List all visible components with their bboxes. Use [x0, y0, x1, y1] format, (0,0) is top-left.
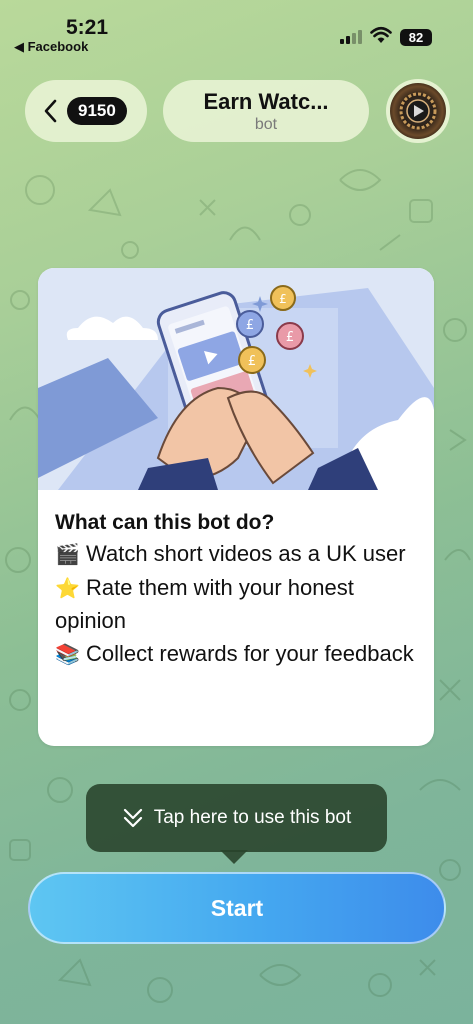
back-button[interactable]: 9150: [25, 80, 147, 142]
start-button-label: Start: [210, 894, 264, 921]
bot-logo-icon: [399, 92, 437, 130]
back-to-app-link[interactable]: ◀ Facebook: [14, 39, 88, 55]
chat-subtitle: bot: [254, 116, 278, 133]
start-hint-tooltip: Tap here to use this bot: [86, 784, 387, 852]
feature-text: Collect rewards for your feedback: [86, 640, 414, 666]
svg-text:£: £: [248, 354, 256, 369]
start-button[interactable]: Start: [28, 872, 446, 944]
tooltip-tail: [220, 850, 248, 864]
bot-illustration: £ £ £ £: [38, 268, 434, 490]
feature-text: Rate them with your honest opinion: [55, 574, 354, 634]
wifi-icon: [370, 26, 392, 43]
status-bar: 5:21 ◀ Facebook 82: [0, 0, 473, 60]
svg-text:£: £: [286, 330, 294, 345]
cellular-signal-icon: [340, 30, 362, 44]
chat-title: Earn Watc...: [203, 89, 329, 114]
svg-text:£: £: [246, 318, 254, 333]
battery-indicator: 82: [400, 29, 432, 46]
unread-count-badge: 9150: [67, 97, 127, 125]
status-time: 5:21: [66, 16, 109, 39]
chat-title-pill[interactable]: Earn Watc... bot: [163, 80, 369, 142]
books-icon: 📚: [55, 643, 80, 666]
card-heading: What can this bot do?: [55, 511, 275, 534]
feature-item: 📚 Collect rewards for your feedback: [55, 638, 417, 672]
feature-item: ⭐ Rate them with your honest opinion: [55, 572, 417, 638]
chevron-left-icon: [44, 99, 57, 123]
bot-description-card: £ £ £ £ What can this bot do? 🎬 Watch sh…: [38, 268, 434, 746]
tooltip-text: Tap here to use this bot: [153, 807, 352, 828]
star-icon: ⭐: [55, 577, 80, 600]
avatar: [390, 83, 446, 139]
bot-avatar-button[interactable]: [386, 79, 450, 143]
double-chevron-down-icon: [123, 808, 142, 828]
feature-text: Watch short videos as a UK user: [86, 541, 406, 566]
feature-item: 🎬 Watch short videos as a UK user: [55, 538, 417, 572]
clapperboard-icon: 🎬: [55, 544, 80, 566]
svg-text:£: £: [279, 292, 287, 306]
